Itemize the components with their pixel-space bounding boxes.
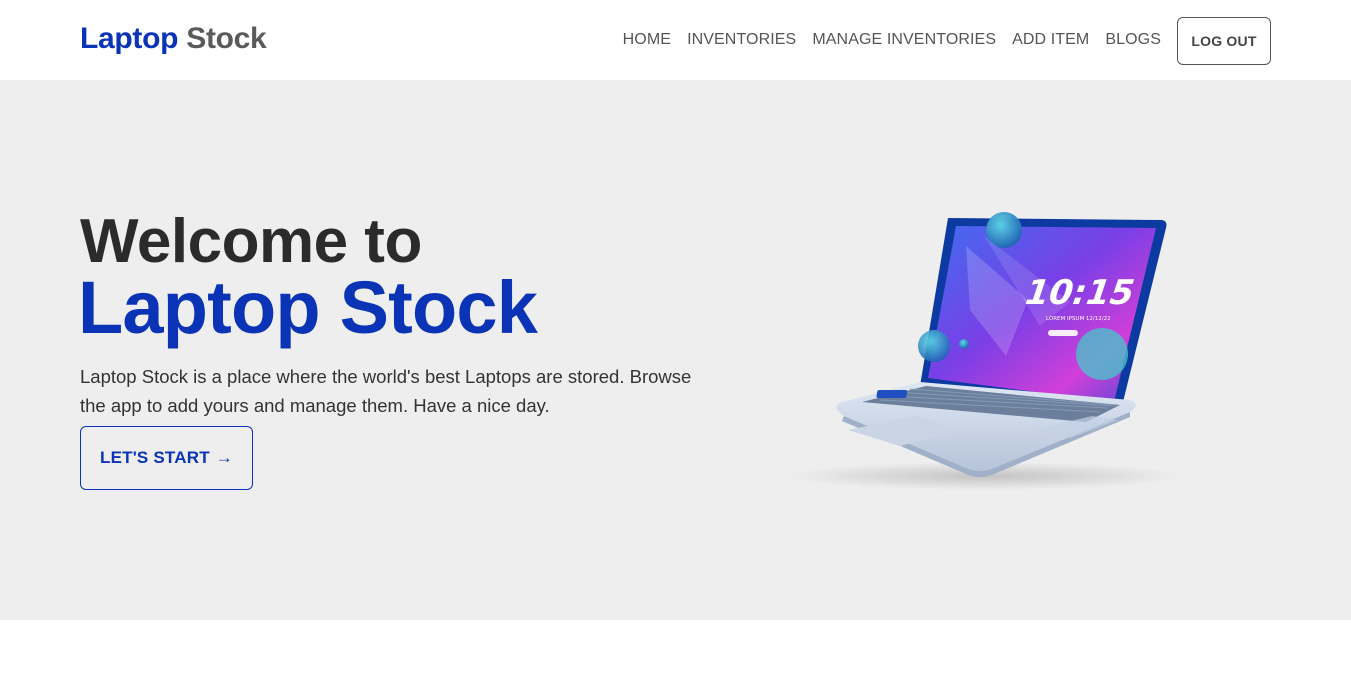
laptop-screen-subtext: LOREM IPSUM 12/12/22	[1046, 316, 1111, 322]
nav-link-manage-inventories[interactable]: MANAGE INVENTORIES	[812, 31, 996, 49]
brand-part-1: Laptop	[80, 22, 179, 55]
arrow-right-icon: →	[215, 448, 233, 467]
nav-link-home[interactable]: HOME	[623, 31, 671, 49]
logout-button[interactable]: LOG OUT	[1177, 17, 1271, 65]
laptop-screen-clock: 10:15	[1023, 273, 1137, 313]
nav-link-inventories[interactable]: INVENTORIES	[687, 31, 796, 49]
brand-logo[interactable]: Laptop Stock	[80, 20, 267, 58]
navbar: Laptop Stock HOME INVENTORIES MANAGE INV…	[0, 0, 1351, 80]
hero-description: Laptop Stock is a place where the world'…	[80, 366, 692, 416]
nav-links: HOME INVENTORIES MANAGE INVENTORIES ADD …	[623, 16, 1271, 65]
lets-start-button[interactable]: LET'S START →	[80, 426, 253, 490]
brand-part-2: Stock	[186, 22, 267, 55]
hero-section: Welcome to Laptop Stock Laptop Stock is …	[0, 80, 1351, 620]
hero-title-line-2: Laptop Stock	[78, 266, 538, 349]
nav-link-add-item[interactable]: ADD ITEM	[1012, 31, 1089, 49]
laptop-illustration: 10:15 LOREM IPSUM 12/12/22	[785, 212, 1180, 490]
nav-link-blogs[interactable]: BLOGS	[1105, 31, 1161, 49]
lets-start-label: LET'S START	[99, 448, 210, 467]
